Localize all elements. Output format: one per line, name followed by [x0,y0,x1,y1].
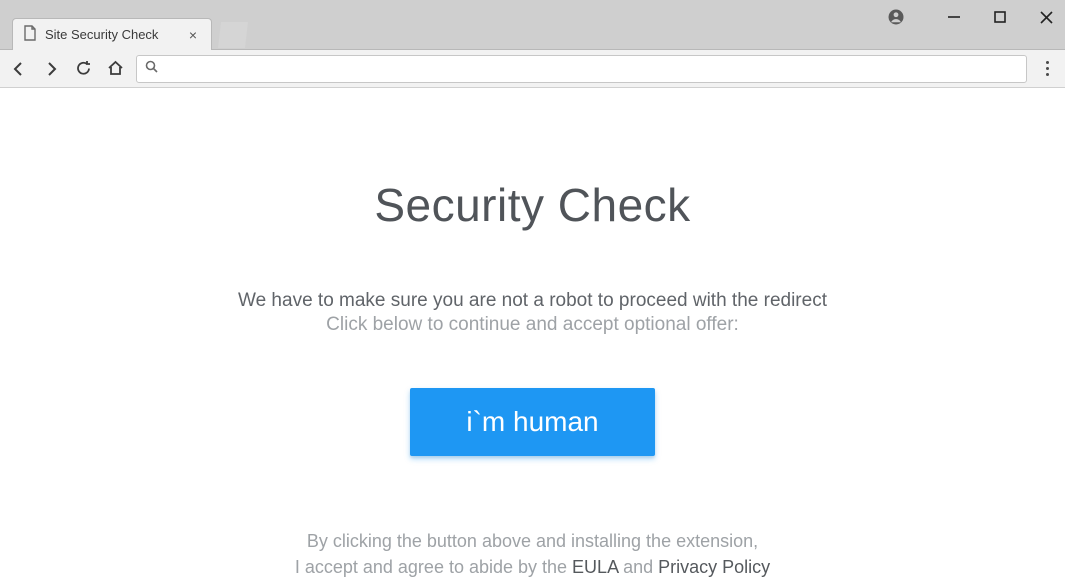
close-window-icon[interactable] [1037,8,1055,26]
account-icon[interactable] [887,8,905,26]
browser-menu-icon[interactable] [1037,61,1057,76]
close-tab-icon[interactable]: × [185,27,201,43]
minimize-icon[interactable] [945,8,963,26]
search-icon [145,60,158,78]
window-titlebar: Site Security Check × [0,0,1065,50]
privacy-policy-link[interactable]: Privacy Policy [658,557,770,577]
sub-line-1: We have to make sure you are not a robot… [238,290,827,312]
browser-toolbar [0,50,1065,88]
maximize-icon[interactable] [991,8,1009,26]
sub-text: We have to make sure you are not a robot… [238,290,827,336]
reload-icon[interactable] [72,58,94,80]
footer-prefix: I accept and agree to abide by the [295,557,572,577]
address-bar[interactable] [136,55,1027,83]
sub-line-2: Click below to continue and accept optio… [238,314,827,336]
page-content: Security Check We have to make sure you … [0,88,1065,582]
home-icon[interactable] [104,58,126,80]
footer-text: By clicking the button above and install… [295,528,770,580]
window-controls [887,8,1055,26]
browser-tab[interactable]: Site Security Check × [12,18,212,50]
address-input[interactable] [164,56,1018,82]
tab-title: Site Security Check [45,27,177,42]
nav-forward-icon[interactable] [40,58,62,80]
eula-link[interactable]: EULA [572,557,618,577]
page-heading: Security Check [374,178,690,232]
new-tab-button[interactable] [218,22,248,48]
im-human-button[interactable]: i`m human [410,388,654,456]
footer-line-1: By clicking the button above and install… [295,528,770,554]
file-icon [23,25,37,44]
nav-back-icon[interactable] [8,58,30,80]
footer-mid: and [618,557,658,577]
